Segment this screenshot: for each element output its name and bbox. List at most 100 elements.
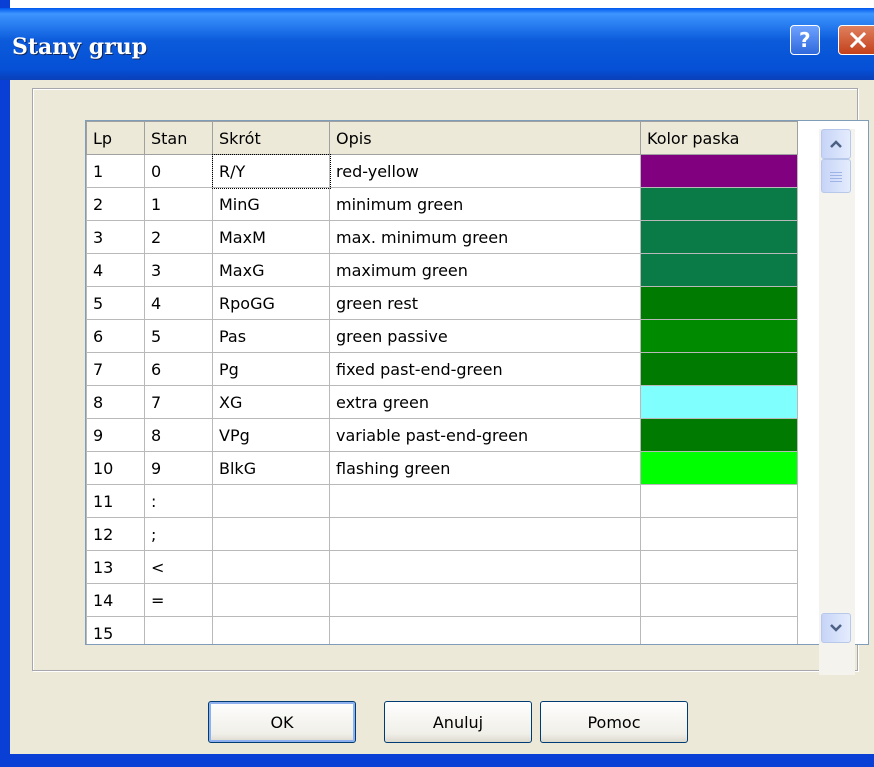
- cell-kolor[interactable]: [640, 253, 798, 287]
- cell-opis[interactable]: green rest: [329, 286, 641, 320]
- cell-skrot[interactable]: [212, 616, 330, 644]
- cell-stan[interactable]: 4: [144, 286, 213, 320]
- table-row[interactable]: 2 1 MinG minimum green: [86, 187, 798, 221]
- cell-skrot[interactable]: MaxM: [212, 220, 330, 254]
- cell-kolor[interactable]: [640, 583, 798, 617]
- cell-lp[interactable]: 8: [86, 385, 145, 419]
- table-row[interactable]: 4 3 MaxG maximum green: [86, 253, 798, 287]
- cell-stan[interactable]: :: [144, 484, 213, 518]
- states-grid[interactable]: Lp Stan Skrót Opis Kolor paska 1 0 R/Y red-…: [85, 120, 869, 645]
- cell-stan[interactable]: 2: [144, 220, 213, 254]
- table-row[interactable]: 12;: [86, 517, 798, 551]
- cell-stan[interactable]: 0: [144, 154, 213, 188]
- cell-opis[interactable]: max. minimum green: [329, 220, 641, 254]
- table-row[interactable]: 11:: [86, 484, 798, 518]
- cell-stan[interactable]: 6: [144, 352, 213, 386]
- cancel-button[interactable]: Anuluj: [384, 701, 532, 743]
- cell-kolor[interactable]: [640, 352, 798, 386]
- cell-stan[interactable]: 9: [144, 451, 213, 485]
- cell-opis[interactable]: [329, 484, 641, 518]
- col-header-skrot[interactable]: Skrót: [212, 121, 330, 155]
- cell-opis[interactable]: extra green: [329, 385, 641, 419]
- cell-kolor[interactable]: [640, 154, 798, 188]
- cell-skrot[interactable]: [212, 484, 330, 518]
- scroll-down-button[interactable]: [821, 613, 851, 643]
- cell-skrot[interactable]: MinG: [212, 187, 330, 221]
- cell-kolor[interactable]: [640, 286, 798, 320]
- cell-opis[interactable]: green passive: [329, 319, 641, 353]
- cell-kolor[interactable]: [640, 517, 798, 551]
- cell-stan[interactable]: 1: [144, 187, 213, 221]
- cell-lp[interactable]: 14: [86, 583, 145, 617]
- cell-kolor[interactable]: [640, 187, 798, 221]
- vertical-scrollbar[interactable]: [819, 129, 855, 675]
- cell-lp[interactable]: 5: [86, 286, 145, 320]
- cell-lp[interactable]: 7: [86, 352, 145, 386]
- cell-kolor[interactable]: [640, 220, 798, 254]
- table-row[interactable]: 6 5 Pas green passive: [86, 319, 798, 353]
- cell-skrot[interactable]: VPg: [212, 418, 330, 452]
- cell-lp[interactable]: 12: [86, 517, 145, 551]
- cell-opis[interactable]: maximum green: [329, 253, 641, 287]
- scroll-thumb[interactable]: [821, 159, 851, 193]
- table-row[interactable]: 9 8 VPg variable past-end-green: [86, 418, 798, 452]
- cell-stan[interactable]: 3: [144, 253, 213, 287]
- cell-opis[interactable]: [329, 550, 641, 584]
- cell-kolor[interactable]: [640, 484, 798, 518]
- table-row[interactable]: 1 0 R/Y red-yellow: [86, 153, 798, 189]
- cell-kolor[interactable]: [640, 616, 798, 644]
- cell-kolor[interactable]: [640, 319, 798, 353]
- cell-lp[interactable]: 10: [86, 451, 145, 485]
- cell-kolor[interactable]: [640, 418, 798, 452]
- cell-lp[interactable]: 1: [86, 154, 145, 188]
- cell-stan[interactable]: =: [144, 583, 213, 617]
- cell-skrot[interactable]: Pas: [212, 319, 330, 353]
- cell-skrot[interactable]: RpoGG: [212, 286, 330, 320]
- cell-stan[interactable]: 7: [144, 385, 213, 419]
- table-row[interactable]: 5 4 RpoGG green rest: [86, 286, 798, 320]
- col-header-kolor[interactable]: Kolor paska: [640, 121, 798, 155]
- cell-opis[interactable]: variable past-end-green: [329, 418, 641, 452]
- close-button[interactable]: [838, 25, 874, 55]
- cell-skrot[interactable]: Pg: [212, 352, 330, 386]
- cell-stan[interactable]: [144, 616, 213, 644]
- cell-lp[interactable]: 3: [86, 220, 145, 254]
- cell-lp[interactable]: 11: [86, 484, 145, 518]
- ok-button[interactable]: OK: [208, 701, 356, 743]
- cell-lp[interactable]: 13: [86, 550, 145, 584]
- cell-lp[interactable]: 6: [86, 319, 145, 353]
- cell-opis[interactable]: [329, 616, 641, 644]
- title-bar[interactable]: Stany grup ?: [0, 8, 874, 80]
- scroll-up-button[interactable]: [821, 129, 851, 159]
- cell-opis[interactable]: red-yellow: [329, 154, 641, 188]
- cell-kolor[interactable]: [640, 550, 798, 584]
- cell-stan[interactable]: ;: [144, 517, 213, 551]
- cell-opis[interactable]: [329, 583, 641, 617]
- help-title-button[interactable]: ?: [790, 25, 820, 55]
- cell-skrot[interactable]: [212, 517, 330, 551]
- cell-lp[interactable]: 2: [86, 187, 145, 221]
- cell-opis[interactable]: minimum green: [329, 187, 641, 221]
- cell-stan[interactable]: 8: [144, 418, 213, 452]
- cell-skrot[interactable]: BlkG: [212, 451, 330, 485]
- table-row[interactable]: 13 <: [86, 550, 798, 584]
- table-row[interactable]: 3 2 MaxM max. minimum green: [86, 220, 798, 254]
- col-header-stan[interactable]: Stan: [144, 121, 213, 155]
- table-row[interactable]: 7 6 Pg fixed past-end-green: [86, 352, 798, 386]
- help-button[interactable]: Pomoc: [540, 701, 688, 743]
- cell-kolor[interactable]: [640, 451, 798, 485]
- col-header-opis[interactable]: Opis: [329, 121, 641, 155]
- cell-skrot[interactable]: MaxG: [212, 253, 330, 287]
- table-row[interactable]: 8 7 XG extra green: [86, 385, 798, 419]
- table-row[interactable]: 14 =: [86, 583, 798, 617]
- cell-opis[interactable]: fixed past-end-green: [329, 352, 641, 386]
- table-row[interactable]: 15: [86, 616, 798, 644]
- cell-lp[interactable]: 9: [86, 418, 145, 452]
- cell-lp[interactable]: 4: [86, 253, 145, 287]
- cell-kolor[interactable]: [640, 385, 798, 419]
- table-row[interactable]: 10 9 BlkG flashing green: [86, 451, 798, 485]
- col-header-lp[interactable]: Lp: [86, 121, 145, 155]
- cell-skrot[interactable]: [212, 550, 330, 584]
- cell-stan[interactable]: <: [144, 550, 213, 584]
- cell-stan[interactable]: 5: [144, 319, 213, 353]
